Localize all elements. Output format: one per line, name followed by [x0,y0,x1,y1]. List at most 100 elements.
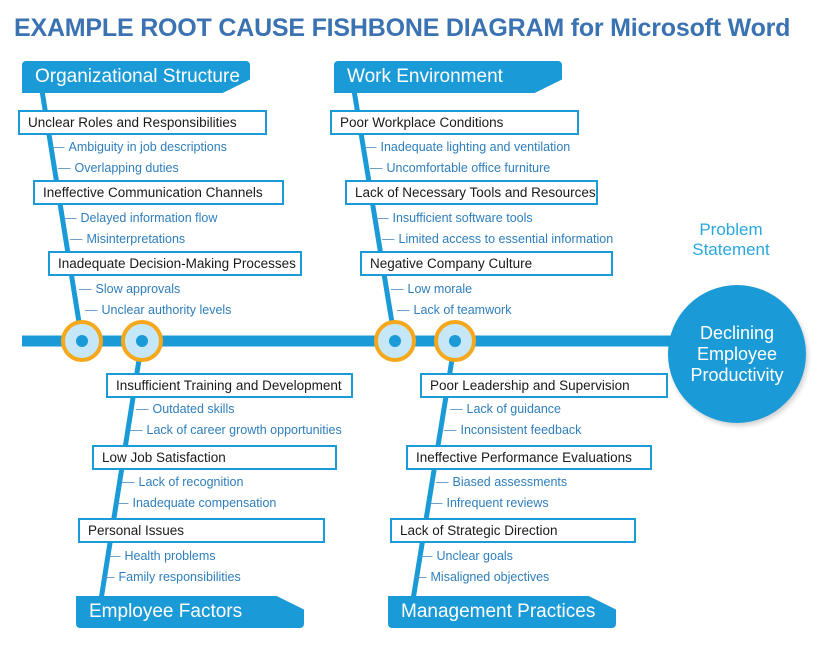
sub-item-label: Delayed information flow [80,211,218,225]
sub-item: — Overlapping duties [58,161,179,175]
cause-box-personal-issues[interactable]: Personal Issues [78,518,325,543]
cause-label: Lack of Strategic Direction [400,523,558,538]
sub-item: — Lack of guidance [450,402,561,416]
sub-item-label: Misaligned objectives [430,570,550,584]
dash-marker: — [116,496,129,510]
cause-box-lack-of-tools[interactable]: Lack of Necessary Tools and Resources [345,180,598,205]
cause-box-poor-leadership[interactable]: Poor Leadership and Supervision [420,373,668,398]
category-label: Management Practices [401,601,596,622]
cause-label: Ineffective Communication Channels [43,185,263,200]
sub-item: — Outdated skills [136,402,234,416]
sub-item: — Infrequent reviews [430,496,549,510]
category-banner-management-practices[interactable]: Management Practices [388,596,616,628]
dash-marker: — [130,423,143,437]
problem-statement-circle[interactable]: Declining Employee Productivity [668,285,806,423]
dash-marker: — [376,211,389,225]
sub-item-label: Slow approvals [95,282,181,296]
cause-label: Inadequate Decision-Making Processes [58,256,296,271]
fishbone-diagram: EXAMPLE ROOT CAUSE FISHBONE DIAGRAM for … [0,0,821,657]
problem-statement-label-line1: Problem [699,220,763,239]
dash-marker: — [420,549,433,563]
sub-item: — Unclear authority levels [85,303,231,317]
dash-marker: — [370,161,383,175]
dash-marker: — [382,232,395,246]
dash-marker: — [414,570,427,584]
sub-item-label: Lack of guidance [466,402,562,416]
node-organizational-structure [61,320,103,362]
dash-marker: — [430,496,443,510]
category-banner-employee-factors[interactable]: Employee Factors [76,596,304,628]
problem-statement-text: Declining Employee Productivity [690,323,783,386]
cause-label: Low Job Satisfaction [102,450,226,465]
sub-item-label: Health problems [124,549,216,563]
sub-item-label: Insufficient software tools [392,211,533,225]
dash-marker: — [450,402,463,416]
dash-marker: — [70,232,83,246]
problem-statement-line2: Employee [696,343,778,364]
sub-item-label: Inadequate lighting and ventilation [380,140,571,154]
category-label: Work Environment [347,66,503,87]
sub-item: — Delayed information flow [64,211,217,225]
sub-item-label: Unclear goals [436,549,513,563]
cause-label: Personal Issues [88,523,185,538]
dash-marker: — [122,475,135,489]
problem-statement-label-line2: Statement [692,240,770,259]
cause-label: Lack of Necessary Tools and Resources [355,185,596,200]
sub-item-label: Inadequate compensation [132,496,277,510]
sub-item-label: Overlapping duties [74,161,179,175]
sub-item: — Family responsibilities [102,570,241,584]
category-label: Organizational Structure [35,66,240,87]
sub-item: — Lack of recognition [122,475,243,489]
cause-box-ineffective-performance-evaluations[interactable]: Ineffective Performance Evaluations [406,445,652,470]
problem-statement-label: Problem Statement [676,220,786,260]
category-banner-organizational-structure[interactable]: Organizational Structure [22,61,250,93]
sub-item-label: Biased assessments [452,475,568,489]
cause-box-low-job-satisfaction[interactable]: Low Job Satisfaction [92,445,337,470]
cause-box-ineffective-communication[interactable]: Ineffective Communication Channels [33,180,284,205]
cause-box-lack-of-strategic-direction[interactable]: Lack of Strategic Direction [390,518,636,543]
sub-item: — Inadequate compensation [116,496,276,510]
sub-item-label: Misinterpretations [86,232,186,246]
sub-item-label: Infrequent reviews [446,496,549,510]
sub-item: — Inadequate lighting and ventilation [364,140,570,154]
sub-item: — Lack of career growth opportunities [130,423,342,437]
sub-item-label: Lack of recognition [138,475,244,489]
sub-item: — Inconsistent feedback [444,423,581,437]
sub-item: — Limited access to essential information [382,232,613,246]
node-work-environment [374,320,416,362]
cause-box-inadequate-decision-making[interactable]: Inadequate Decision-Making Processes [48,251,302,276]
sub-item: — Lack of teamwork [397,303,511,317]
cause-box-negative-company-culture[interactable]: Negative Company Culture [360,251,613,276]
dash-marker: — [52,140,65,154]
node-management-practices [434,320,476,362]
cause-label: Insufficient Training and Development [116,378,342,393]
sub-item: — Health problems [108,549,216,563]
cause-box-insufficient-training[interactable]: Insufficient Training and Development [106,373,353,398]
cause-label: Poor Workplace Conditions [340,115,504,130]
dash-marker: — [136,402,149,416]
sub-item-label: Family responsibilities [118,570,241,584]
sub-item: — Ambiguity in job descriptions [52,140,227,154]
sub-item: — Insufficient software tools [376,211,533,225]
dash-marker: — [79,282,92,296]
dash-marker: — [85,303,98,317]
problem-statement-line3: Productivity [690,364,784,385]
sub-item: — Uncomfortable office furniture [370,161,550,175]
cause-label: Ineffective Performance Evaluations [416,450,632,465]
cause-box-poor-workplace-conditions[interactable]: Poor Workplace Conditions [330,110,579,135]
sub-item: — Low morale [391,282,472,296]
sub-item: — Unclear goals [420,549,513,563]
dash-marker: — [58,161,71,175]
dash-marker: — [108,549,121,563]
cause-box-unclear-roles[interactable]: Unclear Roles and Responsibilities [18,110,267,135]
sub-item-label: Ambiguity in job descriptions [68,140,227,154]
node-employee-factors [121,320,163,362]
dash-marker: — [64,211,77,225]
dash-marker: — [102,570,115,584]
problem-statement-line1: Declining [699,322,775,343]
dash-marker: — [391,282,404,296]
category-label: Employee Factors [89,601,243,622]
sub-item-label: Unclear authority levels [101,303,232,317]
sub-item-label: Outdated skills [152,402,235,416]
category-banner-work-environment[interactable]: Work Environment [334,61,562,93]
